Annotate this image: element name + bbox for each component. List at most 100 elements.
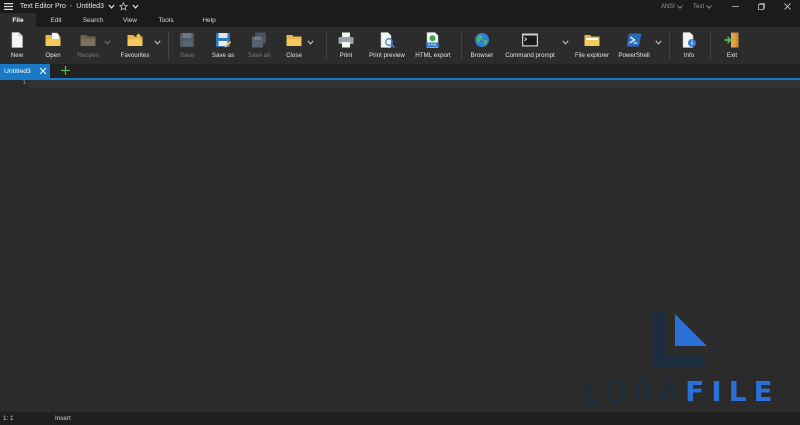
powershell-icon [626,33,642,47]
new-button[interactable]: New [4,27,30,64]
highlighter-selector[interactable]: Text [693,4,712,10]
reopen-button[interactable]: Reopen [74,27,102,64]
restore-icon [757,3,765,10]
save-button[interactable]: Save [176,27,198,64]
minimize-button[interactable] [722,0,748,13]
globe-icon [475,33,489,47]
watermark-text-lora: LORA [583,375,686,408]
menu-tab-edit[interactable]: Edit [36,13,76,27]
lorafile-watermark: LORAFILE [583,378,780,406]
menu-tab-search[interactable]: Search [76,13,110,27]
menu-tab-help[interactable]: Help [182,13,236,27]
close-dropdown-caret-icon[interactable] [307,40,314,45]
star-icon[interactable] [118,2,128,11]
save-all-button[interactable]: Save all [244,27,274,64]
ribbon-separator [461,31,462,59]
html-export-icon: HTML [426,32,439,48]
menu-tab-file[interactable]: File [0,13,36,27]
chevron-down-icon [706,4,712,9]
favourites-button[interactable]: Favourites [116,27,154,64]
line-number: 1 [22,80,26,86]
app-title: Text Editor Pro [20,3,66,10]
html-export-badge-text: HTML [428,43,438,47]
powershell-button[interactable]: PowerShell [616,27,652,64]
menu-tab-tools[interactable]: Tools [150,13,182,27]
document-tab[interactable]: Untitled3 [0,64,50,78]
restore-button[interactable] [748,0,774,13]
browser-label: Browser [470,52,494,59]
reopen-dropdown-caret-icon[interactable] [104,40,111,45]
favourites-dropdown-caret-icon[interactable] [154,40,161,45]
info-document-icon [682,32,696,48]
title-separator: - [69,3,73,10]
file-explorer-label: File explorer [574,52,610,59]
browser-button[interactable]: Browser [467,27,497,64]
line-number-gutter: 1 [0,80,28,412]
insert-mode-indicator[interactable]: Insert [55,415,71,422]
save-label: Save [179,52,195,59]
document-title: Untitled3 [76,3,104,10]
status-bar: 1: 1 Insert [0,412,800,425]
save-as-label: Save as [211,52,235,59]
command-prompt-button[interactable]: Command prompt [502,27,558,64]
save-as-button[interactable]: Save as [208,27,238,64]
chevron-down-icon[interactable] [131,2,140,11]
title-bar: Text Editor Pro - Untitled3 ANSI Text [0,0,800,13]
favourites-label: Favourites [120,52,150,59]
title-bar-right: ANSI Text [661,0,800,13]
close-tab-icon[interactable] [39,67,47,75]
powershell-label: PowerShell [618,52,650,59]
save-disk-icon [180,33,194,47]
highlighter-label: Text [692,3,704,10]
document-tab-label: Untitled3 [4,67,31,75]
reopen-label: Reopen [77,52,99,59]
watermark-text-file: FILE [685,375,780,408]
print-button[interactable]: Print [334,27,358,64]
exit-button[interactable]: Exit [720,27,744,64]
html-export-label: HTML export [415,52,451,59]
new-tab-plus-icon[interactable] [60,65,71,76]
printer-icon [338,32,354,48]
menu-tab-view[interactable]: View [110,13,150,27]
ribbon-separator [326,31,327,59]
save-all-label: Save all [247,52,270,59]
ribbon-toolbar: New Open Reopen Favourites Save Save as … [0,27,800,65]
close-folder-icon [286,35,302,46]
current-line-highlight [28,80,800,88]
hamburger-menu-icon[interactable] [0,0,16,13]
file-explorer-button[interactable]: File explorer [572,27,612,64]
powershell-dropdown-caret-icon[interactable] [655,40,662,45]
file-explorer-folder-icon [584,35,600,46]
html-export-button[interactable]: HTML HTML export [413,27,453,64]
command-prompt-dropdown-caret-icon[interactable] [562,40,569,45]
open-folder-icon [45,32,61,46]
print-label: Print [339,52,353,59]
ribbon-separator [710,31,711,59]
minimize-icon [731,6,739,7]
save-all-disks-icon [252,32,266,48]
close-label: Close [286,52,302,59]
exit-label: Exit [726,52,738,59]
exit-door-icon [724,32,739,48]
text-editor-window: Text Editor Pro - Untitled3 ANSI Text Fi… [0,0,800,425]
print-preview-button[interactable]: Print preview [366,27,408,64]
chevron-down-icon[interactable] [107,2,116,11]
new-document-icon [11,32,23,48]
info-label: Info [683,52,695,59]
info-button[interactable]: Info [677,27,701,64]
new-label: New [10,52,24,59]
close-button[interactable]: Close [281,27,307,64]
favourites-folder-icon [127,33,143,46]
print-preview-label: Print preview [369,52,405,59]
close-icon [783,3,791,10]
command-prompt-label: Command prompt [505,52,555,59]
close-window-button[interactable] [774,0,800,13]
ribbon-separator [669,31,670,59]
terminal-icon [522,33,538,47]
encoding-selector[interactable]: ANSI [661,4,683,10]
menu-bar: File Edit Search View Tools Help [0,13,800,27]
encoding-label: ANSI [660,3,675,10]
document-tab-strip: Untitled3 [0,64,800,80]
print-preview-icon [380,32,396,49]
open-button[interactable]: Open [40,27,66,64]
